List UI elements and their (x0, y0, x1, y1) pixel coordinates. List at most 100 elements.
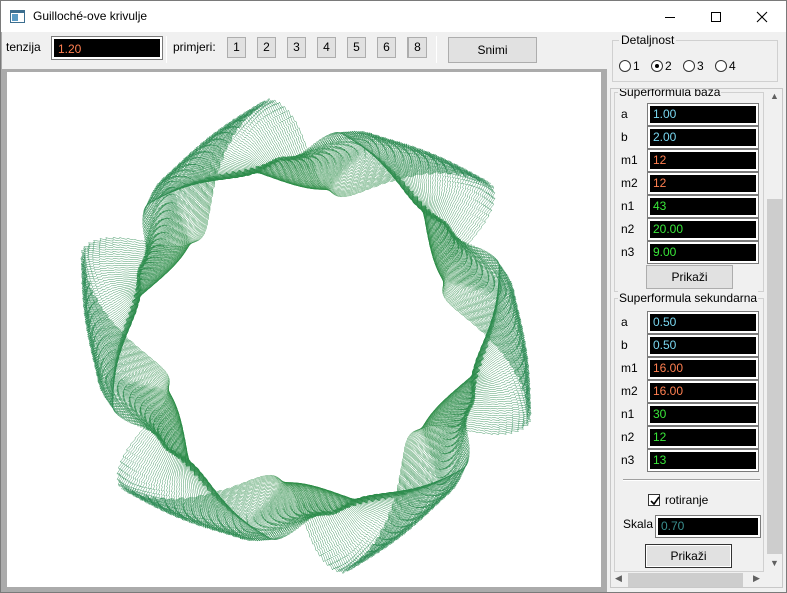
secondary-param-row-m1: m1 16.00 (621, 357, 761, 380)
settings-panel: Detaljnost 1 2 3 4 Superformula baza a 1.… (607, 32, 786, 592)
secondary-param-label: n2 (621, 430, 635, 444)
base-formula-title: Superformula baza (618, 89, 722, 99)
scroll-left-arrow-icon[interactable]: ◀ (615, 573, 622, 584)
horizontal-scroll-thumb[interactable] (628, 573, 743, 587)
close-icon (756, 11, 768, 23)
title-bar[interactable]: Guilloché-ove krivulje (1, 1, 786, 32)
detail-radio-1[interactable]: 1 (619, 59, 640, 73)
maximize-icon (711, 12, 721, 22)
secondary-show-button[interactable]: Prikaži (645, 544, 732, 568)
curve-path (80, 97, 532, 575)
examples-label: primjeri: (173, 40, 216, 54)
app-window-icon (10, 10, 25, 23)
example-button-8[interactable]: 8 (408, 37, 427, 58)
scroll-right-arrow-icon[interactable]: ▶ (753, 573, 760, 584)
secondary-param-input-b[interactable]: 0.50 (647, 334, 759, 357)
secondary-formula-title: Superformula sekundarna (618, 291, 759, 305)
base-param-label: b (621, 130, 628, 144)
radio-circle (619, 60, 631, 72)
base-param-input-a[interactable]: 1.00 (647, 103, 759, 126)
secondary-param-row-n2: n2 12 (621, 426, 761, 449)
example-button-5[interactable]: 5 (347, 37, 366, 58)
radio-circle (683, 60, 695, 72)
base-param-input-n3[interactable]: 9.00 (647, 241, 759, 264)
radio-label: 2 (665, 59, 672, 73)
secondary-param-input-a[interactable]: 0.50 (647, 311, 759, 334)
base-param-label: n1 (621, 199, 635, 213)
example-button-2[interactable]: 2 (257, 37, 276, 58)
detail-radio-2[interactable]: 2 (651, 59, 672, 73)
base-param-row-m1: m1 12 (621, 149, 761, 172)
tension-label: tenzija (6, 40, 41, 54)
secondary-param-label: a (621, 315, 628, 329)
base-param-input-b[interactable]: 2.00 (647, 126, 759, 149)
window-title: Guilloché-ove krivulje (33, 9, 148, 23)
save-button[interactable]: Snimi (448, 37, 537, 63)
secondary-param-input-n2[interactable]: 12 (647, 426, 759, 449)
detail-radio-3[interactable]: 3 (683, 59, 704, 73)
vertical-scrollbar[interactable]: ▲ ▼ (766, 89, 782, 572)
parameters-scroll-panel[interactable]: Superformula baza a 1.00 b 2.00 m1 12 m2 12 n1 43… (610, 88, 783, 588)
rotate-label: rotiranje (665, 493, 709, 507)
base-param-row-b: b 2.00 (621, 126, 761, 149)
base-param-row-n1: n1 43 (621, 195, 761, 218)
scale-input[interactable]: 0.70 (655, 515, 761, 538)
base-param-row-n2: n2 20.00 (621, 218, 761, 241)
secondary-param-input-n3[interactable]: 13 (647, 449, 759, 472)
example-button-1[interactable]: 1 (227, 37, 246, 58)
base-param-row-a: a 1.00 (621, 103, 761, 126)
base-param-label: n2 (621, 222, 635, 236)
secondary-param-row-m2: m2 16.00 (621, 380, 761, 403)
secondary-param-row-b: b 0.50 (621, 334, 761, 357)
secondary-param-label: n1 (621, 407, 635, 421)
base-param-input-m2[interactable]: 12 (647, 172, 759, 195)
detail-group: Detaljnost 1 2 3 4 (612, 33, 778, 82)
base-param-label: a (621, 107, 628, 121)
minimize-icon (665, 17, 675, 18)
base-param-input-n2[interactable]: 20.00 (647, 218, 759, 241)
toolbar-separator (436, 36, 437, 63)
secondary-param-row-a: a 0.50 (621, 311, 761, 334)
example-button-6[interactable]: 6 (377, 37, 396, 58)
radio-circle (715, 60, 727, 72)
example-button-4[interactable]: 4 (317, 37, 336, 58)
secondary-param-input-m2[interactable]: 16.00 (647, 380, 759, 403)
tension-input[interactable]: 1.20 (51, 36, 163, 60)
secondary-param-label: m2 (621, 384, 638, 398)
scroll-up-arrow-icon[interactable]: ▲ (770, 91, 779, 101)
scale-label: Skala (623, 517, 654, 531)
base-param-input-n1[interactable]: 43 (647, 195, 759, 218)
radio-label: 1 (633, 59, 640, 73)
base-param-label: m1 (621, 153, 638, 167)
app-window: Guilloché-ove krivulje tenzija 1.20 prim… (0, 0, 787, 593)
secondary-param-label: n3 (621, 453, 635, 467)
base-param-input-m1[interactable]: 12 (647, 149, 759, 172)
vertical-scroll-thumb[interactable] (767, 199, 782, 554)
secondary-param-input-n1[interactable]: 30 (647, 403, 759, 426)
secondary-param-row-n1: n1 30 (621, 403, 761, 426)
checkbox-box (648, 494, 660, 506)
radio-label: 4 (729, 59, 736, 73)
base-show-button[interactable]: Prikaži (646, 265, 733, 289)
base-param-row-m2: m2 12 (621, 172, 761, 195)
rotate-checkbox[interactable]: rotiranje (648, 493, 708, 507)
secondary-param-row-n3: n3 13 (621, 449, 761, 472)
secondary-param-label: m1 (621, 361, 638, 375)
scroll-down-arrow-icon[interactable]: ▼ (770, 558, 779, 568)
radio-label: 3 (697, 59, 704, 73)
base-param-label: m2 (621, 176, 638, 190)
drawing-canvas[interactable] (7, 72, 601, 587)
radio-circle (651, 60, 663, 72)
secondary-param-label: b (621, 338, 628, 352)
minimize-button[interactable] (647, 1, 693, 32)
base-formula-group: Superformula baza a 1.00 b 2.00 m1 12 m2 12 n1 43… (614, 89, 764, 292)
detail-radio-4[interactable]: 4 (715, 59, 736, 73)
toolbar-separator (166, 36, 167, 63)
example-button-3[interactable]: 3 (287, 37, 306, 58)
toolbar: tenzija 1.20 primjeri: 1 2 3 4 5 6 7 8 S… (2, 32, 607, 69)
maximize-button[interactable] (693, 1, 739, 32)
horizontal-scrollbar[interactable]: ◀ ▶ (611, 572, 766, 587)
close-button[interactable] (739, 1, 785, 32)
detail-group-title: Detaljnost (619, 33, 677, 47)
secondary-param-input-m1[interactable]: 16.00 (647, 357, 759, 380)
